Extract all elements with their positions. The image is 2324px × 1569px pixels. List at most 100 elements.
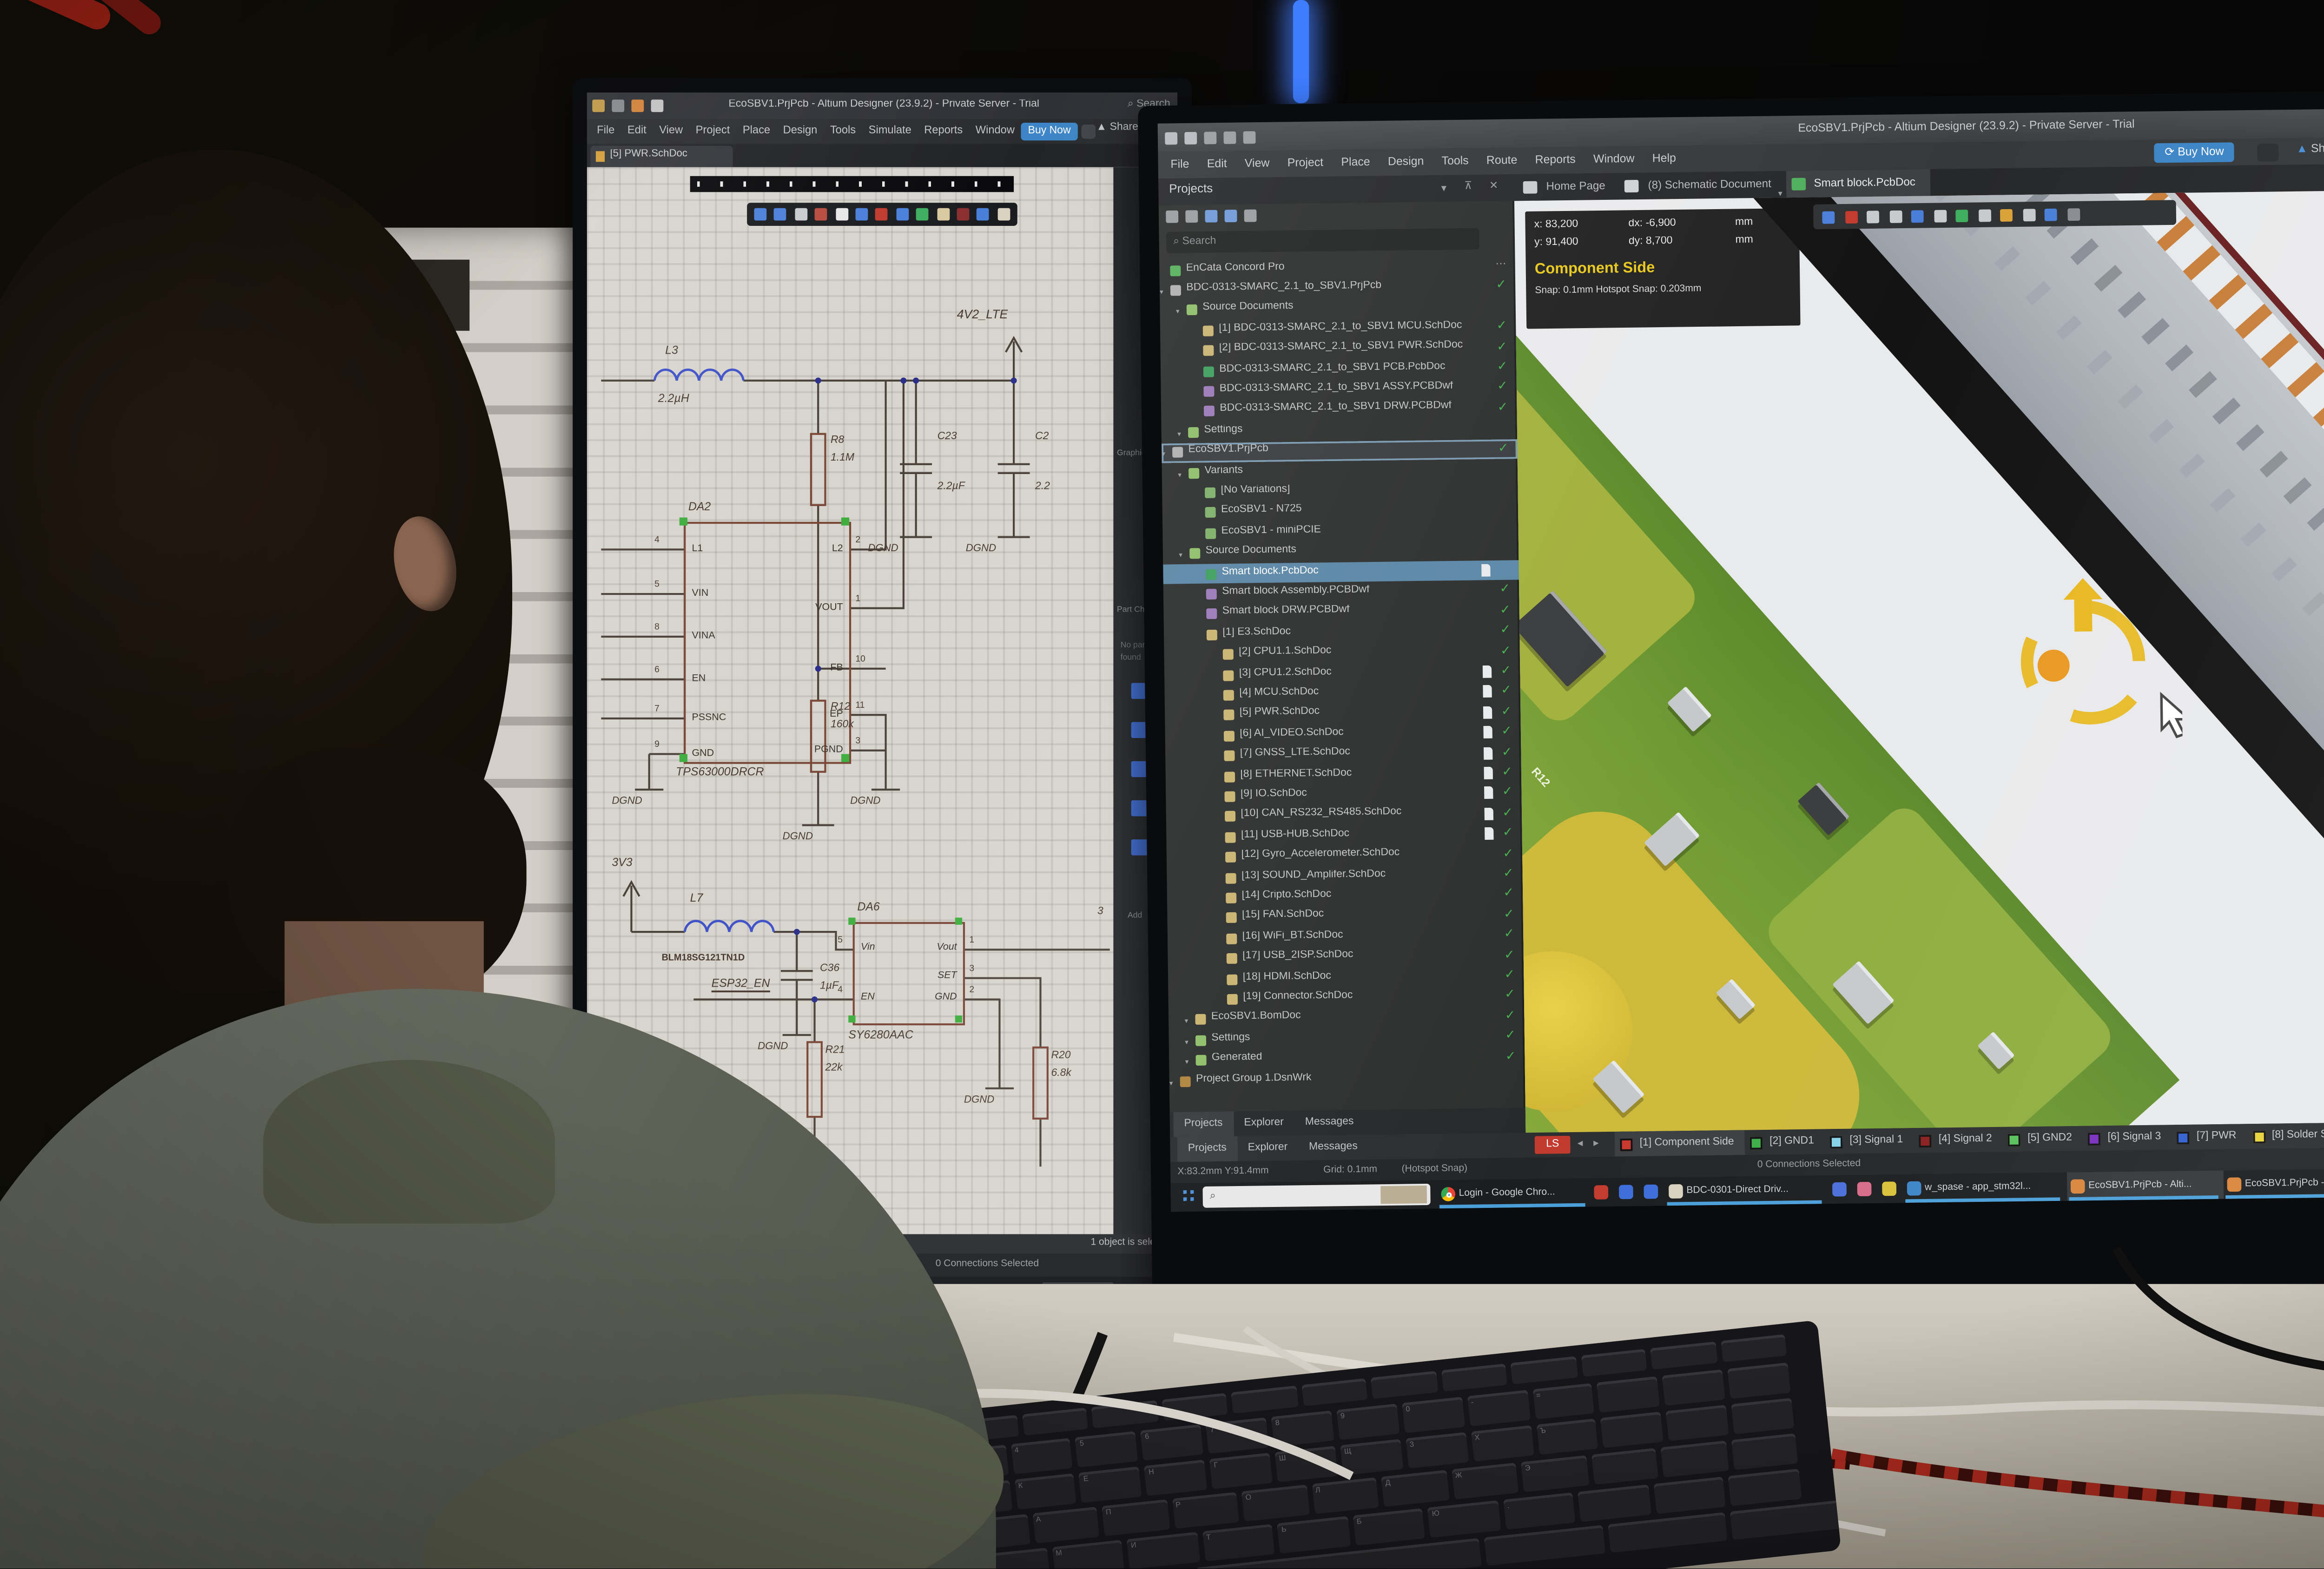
keyboard-key[interactable] <box>1728 1363 1791 1399</box>
tree-expand-icon[interactable]: ▾ <box>1185 1037 1188 1046</box>
keyboard-key[interactable]: Ъ <box>1536 1418 1599 1455</box>
keyboard-key[interactable]: = <box>1532 1383 1595 1419</box>
tool-icon-10[interactable] <box>2045 208 2057 220</box>
keyboard-key[interactable] <box>1591 1448 1658 1485</box>
menu-item-edit[interactable]: Edit <box>621 119 653 144</box>
menu-item-edit[interactable]: Edit <box>1198 151 1236 178</box>
tool-icon-3[interactable] <box>1889 210 1901 222</box>
tool-icon-0[interactable] <box>1822 211 1835 223</box>
menu-item-project[interactable]: Project <box>1278 150 1332 177</box>
buy-now-button[interactable]: ⟳ Buy Now <box>2154 141 2235 162</box>
toolbar-icon-2[interactable] <box>631 99 644 112</box>
toolbar-icon-2[interactable] <box>1205 210 1217 223</box>
panel-pin-icon[interactable]: ⊼ <box>1464 180 1472 193</box>
menu-item-place[interactable]: Place <box>1332 149 1379 177</box>
tool-icon-7[interactable] <box>1978 209 1990 221</box>
keyboard-key[interactable] <box>1580 1349 1647 1377</box>
keyboard-key[interactable] <box>1607 1512 1727 1553</box>
tree-expand-icon[interactable]: ▾ <box>1160 287 1163 296</box>
keyboard-key[interactable] <box>1729 1469 1802 1506</box>
menu-item-tools[interactable]: Tools <box>1433 148 1478 176</box>
menu-item-window[interactable]: Window <box>969 119 1021 144</box>
tree-expand-icon[interactable]: ▾ <box>1162 449 1165 458</box>
menu-item-file[interactable]: File <box>1162 152 1198 178</box>
keyboard-key[interactable] <box>1720 1334 1787 1362</box>
tab-pwr-schdoc[interactable]: [5] PWR.SchDoc <box>590 146 733 167</box>
menu-item-route[interactable]: Route <box>1478 147 1526 175</box>
panel-tab-explorer[interactable]: Explorer <box>1233 1111 1294 1136</box>
tool-icon-6[interactable] <box>1955 209 1968 221</box>
keyboard-key[interactable] <box>1650 1342 1717 1370</box>
menu-item-reports[interactable]: Reports <box>1526 147 1585 174</box>
doc-tab-2[interactable]: Smart block.PcbDoc <box>1785 169 1930 198</box>
menu-item-design[interactable]: Design <box>777 119 824 144</box>
menu-item-window[interactable]: Window <box>1585 146 1644 173</box>
keyboard-key[interactable]: Э <box>1521 1455 1589 1492</box>
tree-expand-icon[interactable]: ▾ <box>1169 1077 1173 1086</box>
menu-item-design[interactable]: Design <box>1379 149 1433 176</box>
keyboard-key[interactable] <box>1663 1369 1726 1405</box>
keyboard-key[interactable] <box>1731 1398 1795 1434</box>
share-button[interactable]: ▲ Share <box>1096 123 1138 133</box>
toolbar-icon-1[interactable] <box>1184 131 1197 144</box>
comment-icon[interactable] <box>1082 124 1096 138</box>
toolbar-icon-4[interactable] <box>1244 210 1257 222</box>
tool-icon-1[interactable] <box>1844 210 1857 223</box>
tree-expand-icon[interactable]: ▾ <box>1185 1016 1188 1025</box>
pcb-3d-viewport[interactable]: L24 C30 R12 R21 0603 <box>1514 191 2324 1133</box>
menu-item-simulate[interactable]: Simulate <box>862 119 918 144</box>
toolbar-icon-3[interactable] <box>1224 210 1237 222</box>
tool-icon-5[interactable] <box>1933 209 1946 222</box>
tool-icon-8[interactable] <box>2000 208 2013 221</box>
tool-icon-2[interactable] <box>1867 210 1879 222</box>
keyboard-key[interactable] <box>1601 1411 1664 1448</box>
panel-tab-projects[interactable]: Projects <box>1173 1111 1234 1137</box>
menu-item-view[interactable]: View <box>1235 151 1278 178</box>
tree-expand-icon[interactable]: ▾ <box>1176 307 1180 316</box>
keyboard-key[interactable] <box>1661 1441 1729 1477</box>
toolbar-icon-0[interactable] <box>1165 131 1177 144</box>
keyboard-key[interactable] <box>1597 1376 1660 1412</box>
panel-close-icon[interactable]: ✕ <box>1489 180 1499 192</box>
menu-item-place[interactable]: Place <box>736 119 777 144</box>
keyboard-key[interactable]: . <box>1503 1492 1576 1530</box>
move-gizmo[interactable] <box>1985 563 2183 761</box>
tree-expand-icon[interactable]: ▾ <box>1178 469 1182 478</box>
toolbar-icon-4[interactable] <box>1243 130 1255 143</box>
panel-collapse-icon[interactable]: ▼ <box>1439 184 1448 195</box>
tree-expand-icon[interactable]: ▾ <box>1185 1057 1189 1066</box>
menu-item-tools[interactable]: Tools <box>824 119 862 144</box>
keyboard-key[interactable] <box>1730 1433 1798 1470</box>
more-icon[interactable]: ⋯ <box>1495 258 1506 270</box>
tree-item[interactable]: ▾Project Group 1.DsnWrk <box>1169 1067 1525 1092</box>
menu-item-file[interactable]: File <box>590 119 621 144</box>
share-button[interactable]: ▲ Share <box>2296 142 2324 155</box>
keyboard-key[interactable] <box>1578 1484 1651 1522</box>
toolbar-icon-0[interactable] <box>592 99 605 112</box>
projects-search-box[interactable]: ⌕ Search <box>1166 228 1479 253</box>
toolbar-icon-1[interactable] <box>612 99 624 112</box>
menu-item-project[interactable]: Project <box>689 119 736 144</box>
tree-expand-icon[interactable]: ▾ <box>1179 550 1182 559</box>
menu-item-reports[interactable]: Reports <box>918 119 969 144</box>
comment-icon[interactable] <box>2257 143 2278 161</box>
tree-expand-icon[interactable]: ▾ <box>1177 429 1181 437</box>
menu-item-help[interactable]: Help <box>1643 145 1685 172</box>
toolbar-icon-0[interactable] <box>1166 211 1178 223</box>
tool-icon-9[interactable] <box>2022 208 2035 220</box>
keyboard-key[interactable] <box>1729 1499 1841 1540</box>
keyboard-key[interactable] <box>1653 1477 1726 1514</box>
tool-icon-11[interactable] <box>2067 207 2079 220</box>
toolbar-icon-3[interactable] <box>1223 131 1236 143</box>
tool-icon-4[interactable] <box>1911 209 1924 222</box>
keyboard-key[interactable] <box>1666 1405 1730 1441</box>
menu-item-view[interactable]: View <box>653 119 689 144</box>
doc-tab-1[interactable]: (8) Schematic Document▼ <box>1619 171 1786 200</box>
viewport-toolbar[interactable] <box>1813 200 2176 229</box>
toolbar-icon-1[interactable] <box>1185 210 1198 223</box>
buy-now-button[interactable]: Buy Now <box>1021 122 1078 139</box>
panel-tab-messages[interactable]: Messages <box>1294 1110 1365 1135</box>
doc-tab-0[interactable]: Home Page <box>1518 173 1620 201</box>
keyboard-key[interactable] <box>1511 1356 1578 1384</box>
toolbar-icon-3[interactable] <box>651 99 663 112</box>
